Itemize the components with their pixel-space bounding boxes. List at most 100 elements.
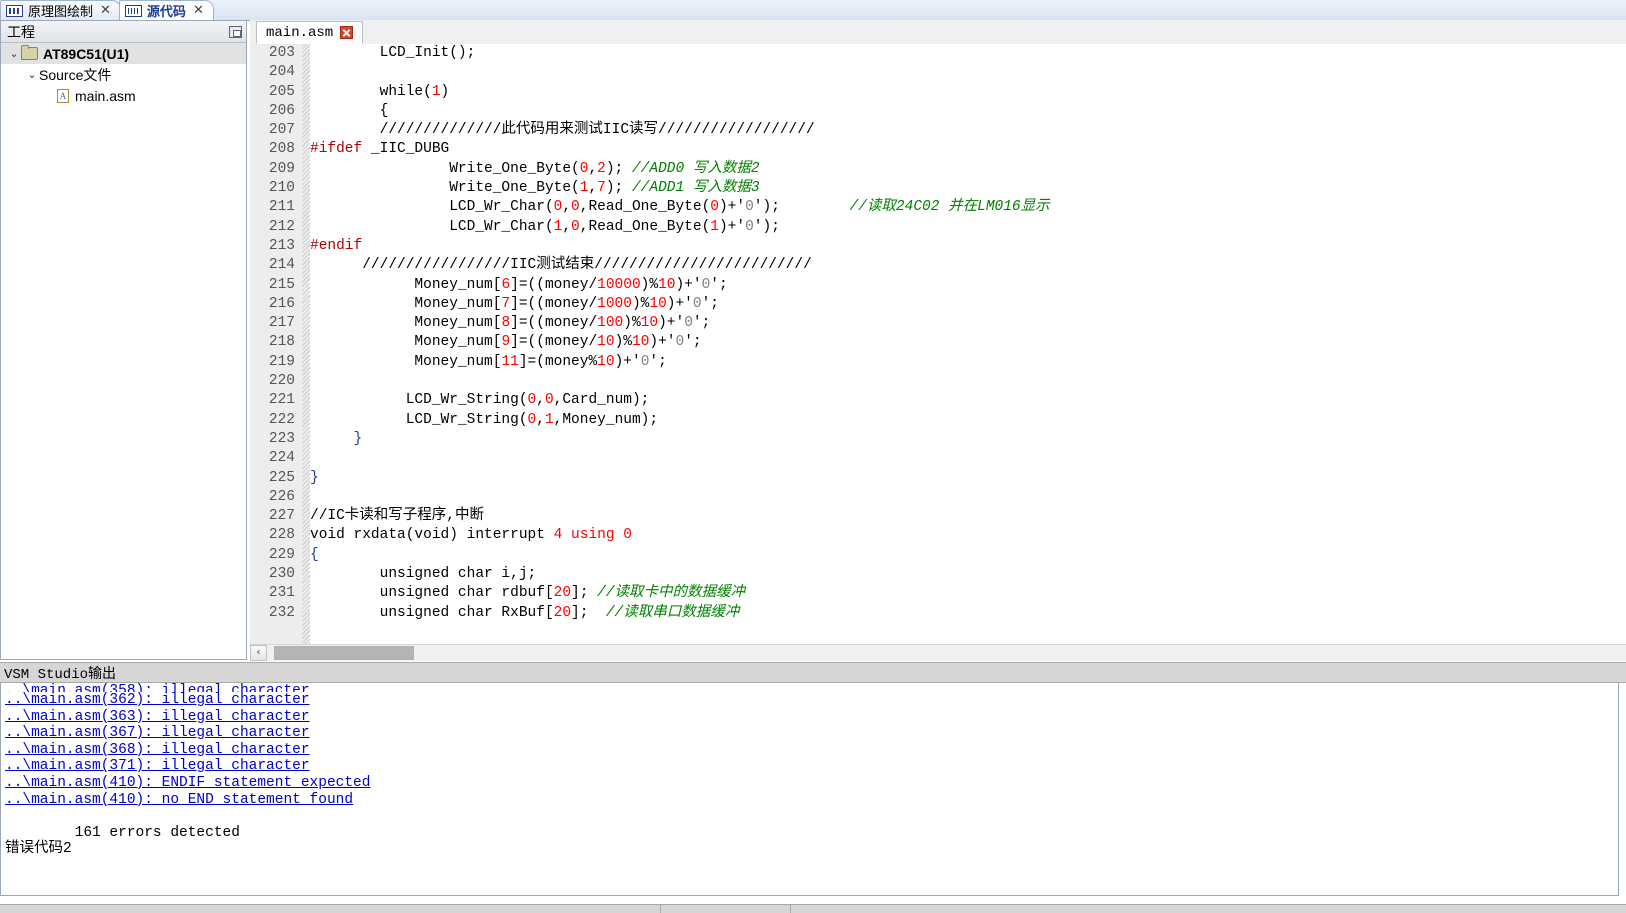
code-token: 10 (597, 353, 615, 370)
code-line[interactable]: Write_One_Byte(0,2); //ADD0 写入数据2 (310, 160, 1626, 179)
line-number: 211 (268, 199, 295, 216)
code-token: '); (753, 218, 780, 235)
code-token: )+' (614, 353, 641, 370)
code-line[interactable] (310, 449, 1626, 468)
tree-item-3[interactable]: Amain.asm (1, 85, 246, 106)
code-line[interactable]: void rxdata(void) interrupt 4 using 0 (310, 526, 1626, 545)
code-token: ]=((money/ (510, 315, 598, 332)
code-line[interactable]: LCD_Wr_String(0,1,Money_num); (310, 411, 1626, 430)
code-token: /////////////////IIC测试结束////////////////… (310, 257, 812, 274)
code-text[interactable]: LCD_Init(); while(1) { //////////////此代码… (310, 44, 1626, 644)
document-tab-strip: 原理图绘制 ✕ 源代码 ✕ (0, 0, 1626, 21)
code-token: )% (623, 315, 641, 332)
code-line[interactable]: { (310, 546, 1626, 565)
code-token: ]=(money% (518, 353, 598, 370)
code-line[interactable] (310, 372, 1626, 391)
code-line[interactable]: //IC卡读和写子程序,中断 (310, 507, 1626, 526)
code-line[interactable] (310, 488, 1626, 507)
close-icon[interactable] (340, 26, 354, 39)
tree-item-label: Source文件 (39, 66, 112, 83)
code-token: )+' (718, 218, 746, 235)
code-token: while( (310, 83, 432, 100)
code-token: 1000 (597, 295, 632, 312)
line-number: 207 (268, 122, 295, 139)
code-token: 10 (631, 334, 650, 351)
output-error-link[interactable]: ..\main.asm(363): illegal character (5, 709, 1618, 726)
output-error-link[interactable]: ..\main.asm(362): illegal character (5, 692, 1618, 709)
code-token: Money_num[ (310, 315, 502, 332)
close-icon[interactable]: ✕ (191, 4, 206, 17)
code-line[interactable]: LCD_Wr_Char(1,0,Read_One_Byte(1)+'0'); (310, 218, 1626, 237)
code-line[interactable]: unsigned char RxBuf[20]; //读取串口数据缓冲 (310, 604, 1626, 623)
line-number: 222 (268, 411, 295, 428)
code-line[interactable]: Money_num[9]=((money/10)%10)+'0'; (310, 333, 1626, 352)
code-line[interactable]: Write_One_Byte(1,7); //ADD1 写入数据3 (310, 179, 1626, 198)
code-line[interactable]: while(1) (310, 83, 1626, 102)
code-line[interactable]: /////////////////IIC测试结束////////////////… (310, 256, 1626, 275)
scroll-left-icon[interactable]: ‹ (250, 645, 267, 661)
code-token: ); (605, 160, 632, 177)
line-number: 226 (268, 488, 295, 505)
code-token: //IC卡读和写子程序,中断 (310, 508, 485, 525)
code-line[interactable]: } (310, 469, 1626, 488)
editor-horizontal-scrollbar[interactable]: ‹ (250, 644, 1626, 661)
output-error-link[interactable]: ..\main.asm(367): illegal character (5, 725, 1618, 742)
code-token: 0 (544, 392, 554, 409)
code-token: 0 (571, 218, 580, 235)
code-token: #ifdef (310, 141, 363, 158)
output-error-link[interactable]: ..\main.asm(358): illegal character (5, 683, 1618, 692)
code-token: , (536, 411, 545, 428)
document-tab-1[interactable]: 原理图绘制 ✕ (0, 0, 121, 20)
code-line[interactable]: unsigned char i,j; (310, 565, 1626, 584)
code-line[interactable]: } (310, 430, 1626, 449)
code-line[interactable]: LCD_Wr_Char(0,0,Read_One_Byte(0)+'0'); /… (310, 198, 1626, 217)
close-icon[interactable]: ✕ (98, 4, 113, 17)
line-number: 209 (268, 160, 295, 177)
schematic-icon (6, 4, 23, 17)
code-token: 1 (431, 83, 441, 100)
code-line[interactable]: Money_num[6]=((money/10000)%10)+'0'; (310, 276, 1626, 295)
code-line[interactable]: unsigned char rdbuf[20]; //读取卡中的数据缓冲 (310, 584, 1626, 603)
code-token: '; (692, 315, 711, 332)
output-log[interactable]: ..\main.asm(358): illegal character ..\ma… (0, 683, 1619, 896)
code-line[interactable]: Money_num[8]=((money/100)%10)+'0'; (310, 314, 1626, 333)
code-token: )% (640, 276, 659, 293)
tree-item-label: main.asm (75, 87, 136, 104)
line-number: 206 (268, 102, 295, 119)
code-line[interactable]: //////////////此代码用来测试IIC读写//////////////… (310, 121, 1626, 140)
code-line[interactable]: #endif (310, 237, 1626, 256)
chevron-down-icon[interactable]: ⌄ (25, 68, 39, 81)
output-error-link[interactable]: ..\main.asm(410): no END statement found (5, 792, 1618, 809)
line-number: 218 (268, 334, 295, 351)
code-token: , (562, 199, 572, 216)
undock-icon[interactable] (229, 25, 242, 38)
code-line[interactable]: LCD_Init(); (310, 44, 1626, 63)
line-number: 213 (268, 237, 295, 254)
editor-tab-main-asm[interactable]: main.asm (256, 21, 364, 44)
scrollbar-thumb[interactable] (274, 646, 414, 660)
output-error-link[interactable]: ..\main.asm(368): illegal character (5, 742, 1618, 759)
code-line[interactable] (310, 63, 1626, 82)
chevron-down-icon[interactable]: ⌄ (7, 47, 21, 60)
tree-item-2[interactable]: ⌄ Source文件 (1, 64, 246, 85)
code-token: ,Read_One_Byte( (579, 199, 711, 216)
code-token: ,Card_num); (553, 392, 650, 409)
code-line[interactable]: Money_num[11]=(money%10)+'0'; (310, 353, 1626, 372)
tree-item-1[interactable]: ⌄ AT89C51(U1) (1, 43, 246, 64)
code-token: unsigned char i,j; (310, 566, 537, 583)
project-panel: 工程 ⌄ AT89C51(U1) ⌄ Source文件 Amain.asm (0, 20, 247, 660)
document-tab-2[interactable]: 源代码 ✕ (118, 0, 214, 20)
output-error-link[interactable]: ..\main.asm(371): illegal character (5, 758, 1618, 775)
code-line[interactable]: Money_num[7]=((money/1000)%10)+'0'; (310, 295, 1626, 314)
line-number: 227 (268, 508, 295, 525)
code-token: , (536, 392, 545, 409)
output-error-link[interactable]: ..\main.asm(410): ENDIF statement expect… (5, 775, 1618, 792)
folder-icon (21, 45, 38, 60)
code-line[interactable]: #ifdef _IIC_DUBG (310, 140, 1626, 159)
code-token: , (562, 218, 572, 235)
code-surface[interactable]: 203 204 205 206 207 208 209 210 211 212 213 214 215 2… (250, 44, 1626, 644)
code-line[interactable]: { (310, 102, 1626, 121)
code-line[interactable]: LCD_Wr_String(0,0,Card_num); (310, 391, 1626, 410)
code-editor: main.asm 203 204 205 206 207 208 209 210 211 212 2… (250, 20, 1626, 661)
